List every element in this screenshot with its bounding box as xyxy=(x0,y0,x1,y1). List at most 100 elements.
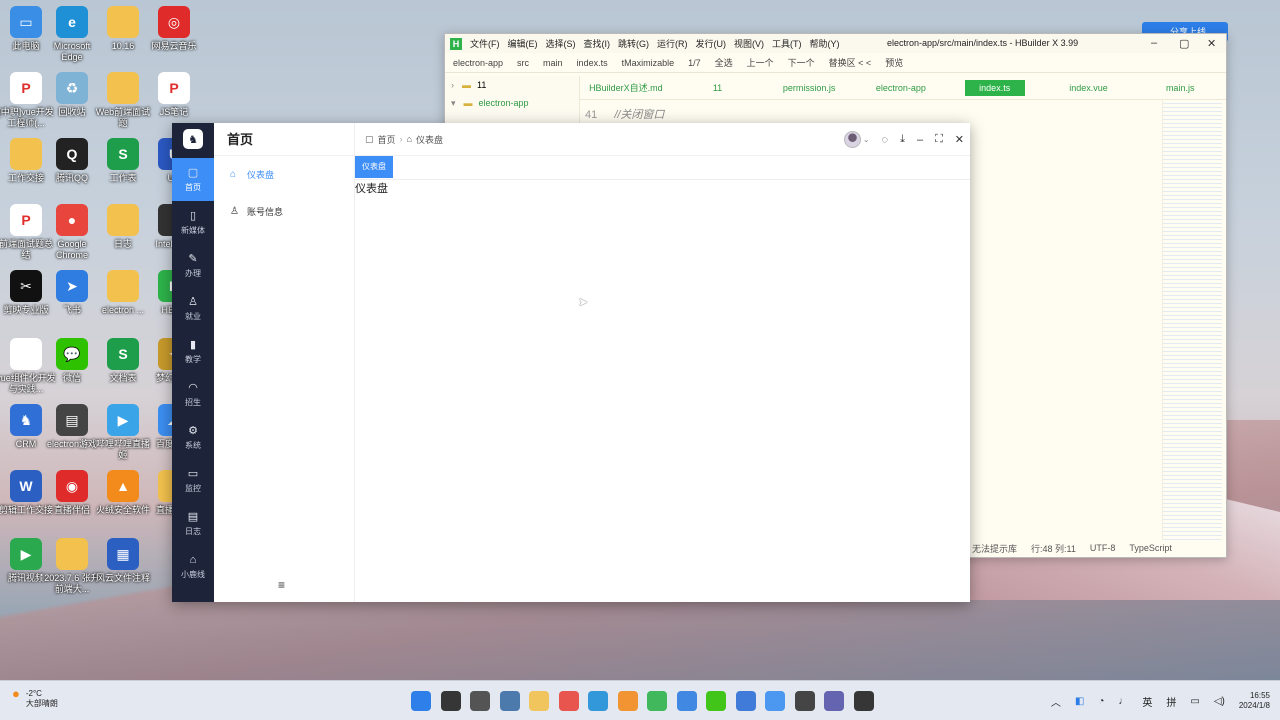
download-icon[interactable]: ⤓ xyxy=(900,133,905,146)
feishu-icon[interactable] xyxy=(676,691,697,711)
desktop-icon-glyph xyxy=(107,72,139,104)
explorer-icon[interactable] xyxy=(529,691,549,711)
crm-icon[interactable] xyxy=(735,691,756,711)
electron-icon[interactable] xyxy=(853,691,874,711)
menu-item[interactable]: 选择(S) xyxy=(546,39,576,49)
ime-pinyin[interactable]: 拼 xyxy=(1166,694,1176,709)
menu-item[interactable]: 文件(F) xyxy=(470,39,500,49)
baidu-icon[interactable] xyxy=(765,691,785,711)
avatar[interactable] xyxy=(843,131,861,148)
start-icon[interactable] xyxy=(411,691,431,711)
taskview-icon[interactable] xyxy=(470,691,490,711)
toolbar-item[interactable]: 全选 xyxy=(715,56,733,69)
chevron-down-icon[interactable]: ⌄ xyxy=(863,135,870,144)
nav-item[interactable]: ▤ 日志 xyxy=(172,502,214,545)
toolbar-item[interactable]: 上一个 xyxy=(747,56,774,69)
desktop-icon-glyph xyxy=(107,204,139,236)
sublime-icon[interactable] xyxy=(617,691,638,711)
menu-item[interactable]: 编辑(E) xyxy=(508,39,538,49)
nav-item[interactable]: ▯ 新媒体 xyxy=(172,201,214,244)
toolbar-item[interactable]: electron-app xyxy=(453,58,503,68)
desktop-icon[interactable]: ◎ 网易云音乐 xyxy=(144,6,204,52)
menu-item[interactable]: 发行(U) xyxy=(696,39,727,49)
message-icon[interactable]: ◌ xyxy=(882,134,889,146)
maximize-icon[interactable]: ▢ xyxy=(1179,37,1189,50)
nav-item-icon: ▮ xyxy=(189,339,197,351)
code-minimap[interactable] xyxy=(1162,100,1222,540)
snip-icon[interactable] xyxy=(824,691,844,711)
search-icon[interactable] xyxy=(440,691,461,711)
tag-dashboard[interactable]: 仪表盘 xyxy=(355,156,393,178)
minimize-icon[interactable]: – xyxy=(917,134,923,146)
desktop-icon-glyph xyxy=(56,538,88,570)
breadcrumb-item-home[interactable]: 首页 xyxy=(378,133,396,146)
tree-item[interactable]: › ▬ 11 xyxy=(445,76,579,94)
hbuilder-logo-icon: H xyxy=(450,37,462,50)
nav-item[interactable]: ▭ 监控 xyxy=(172,459,214,502)
nav-item[interactable]: ◠ 招生 xyxy=(172,373,214,416)
menu-item[interactable]: 跳转(G) xyxy=(618,39,649,49)
editor-tabs: HBuilderX自述.md 11 permission.js electron-ap… xyxy=(580,76,1226,100)
tray-app-icon[interactable]: ◧ xyxy=(1075,696,1084,707)
editor-tab[interactable]: main.js xyxy=(1134,83,1226,93)
menu-item[interactable]: ⌂ 仪表盘 xyxy=(214,156,354,193)
toolbar-item[interactable]: 下一个 xyxy=(788,56,815,69)
nav-item[interactable]: ▮ 教学 xyxy=(172,330,214,373)
wechat-icon[interactable] xyxy=(706,691,726,711)
desktop-icon[interactable]: P JS笔记 xyxy=(144,72,204,118)
status-item: 行:48 列:11 xyxy=(1031,543,1076,554)
desktop-icon-glyph: P xyxy=(10,72,42,104)
toolbar-item[interactable]: 1/7 xyxy=(688,58,701,68)
tree-item[interactable]: ▾ ▬ electron-app xyxy=(445,94,579,112)
toolbar-item[interactable]: 替换区 < < xyxy=(829,56,872,69)
fullscreen-icon[interactable]: ⛶ xyxy=(935,133,943,146)
toolbar-item[interactable]: src xyxy=(517,58,529,68)
ime-english[interactable]: 英 xyxy=(1142,694,1152,709)
close-icon[interactable]: ✕ xyxy=(955,133,964,146)
code-line[interactable]: 41 //关闭窗口 xyxy=(585,106,664,122)
menu-collapse-icon[interactable]: ≡ xyxy=(278,578,285,592)
settings-icon[interactable] xyxy=(499,691,520,711)
menu-item[interactable]: 视图(V) xyxy=(734,39,764,49)
tray-chevron-icon[interactable]: ︿ xyxy=(1051,694,1061,709)
nav-item-label: 招生 xyxy=(185,398,201,407)
editor-tab[interactable]: 11 xyxy=(672,83,764,93)
nav-item-icon: ▭ xyxy=(187,468,199,480)
nav-item[interactable]: ⌂ 小鹿线 xyxy=(172,545,214,588)
tray-shield-icon[interactable]: ◔ xyxy=(1098,696,1104,707)
toolbar-item[interactable]: 预览 xyxy=(885,56,903,69)
weather-widget[interactable]: ● -2°C 大部晴朗 xyxy=(12,687,58,709)
terminal-icon[interactable] xyxy=(794,691,815,711)
menu-item[interactable]: 工具(T) xyxy=(772,39,802,49)
menu-item[interactable]: ♙ 账号信息 xyxy=(214,193,354,230)
hbuilder-icon[interactable] xyxy=(647,691,667,711)
desktop-icon[interactable]: ▦ 风云文件注释 xyxy=(93,538,153,584)
nav-item[interactable]: ♙ 就业 xyxy=(172,287,214,330)
menu-item[interactable]: 运行(R) xyxy=(657,39,688,49)
nav-item[interactable]: ✎ 办理 xyxy=(172,244,214,287)
menu-item[interactable]: 查找(I) xyxy=(584,39,611,49)
nav-item[interactable]: ⚙ 系统 xyxy=(172,416,214,459)
menu-item-label: 账号信息 xyxy=(247,207,284,217)
network-icon[interactable]: ▭ xyxy=(1190,696,1199,707)
menu-item[interactable]: 帮助(Y) xyxy=(810,39,840,49)
editor-tab[interactable]: index.vue xyxy=(1043,83,1135,93)
menu-item-icon: ♙ xyxy=(230,206,239,217)
chrome-icon[interactable] xyxy=(558,691,579,711)
editor-tab[interactable]: index.ts xyxy=(964,79,1025,96)
editor-tab[interactable]: electron-app xyxy=(855,83,947,93)
editor-tab[interactable]: HBuilderX自述.md xyxy=(580,81,672,94)
nav-item[interactable]: ▢ 首页 xyxy=(172,158,214,201)
close-icon[interactable]: ✕ xyxy=(1207,37,1216,50)
volume-icon[interactable]: ◁) xyxy=(1214,696,1225,707)
microphone-icon[interactable]: ♩ xyxy=(1118,696,1128,707)
editor-tab[interactable]: permission.js xyxy=(763,83,855,93)
edge-icon[interactable] xyxy=(588,691,608,711)
clock[interactable]: 16:55 2024/1/8 xyxy=(1239,691,1270,711)
status-item: 无法提示库 xyxy=(972,543,1018,554)
toolbar-item[interactable]: main xyxy=(543,58,563,68)
minimize-icon[interactable]: – xyxy=(1151,37,1157,49)
toolbar-item[interactable]: tMaximizable xyxy=(622,58,675,68)
mouse-cursor-icon: ➤ xyxy=(578,295,589,309)
toolbar-item[interactable]: index.ts xyxy=(577,58,608,68)
